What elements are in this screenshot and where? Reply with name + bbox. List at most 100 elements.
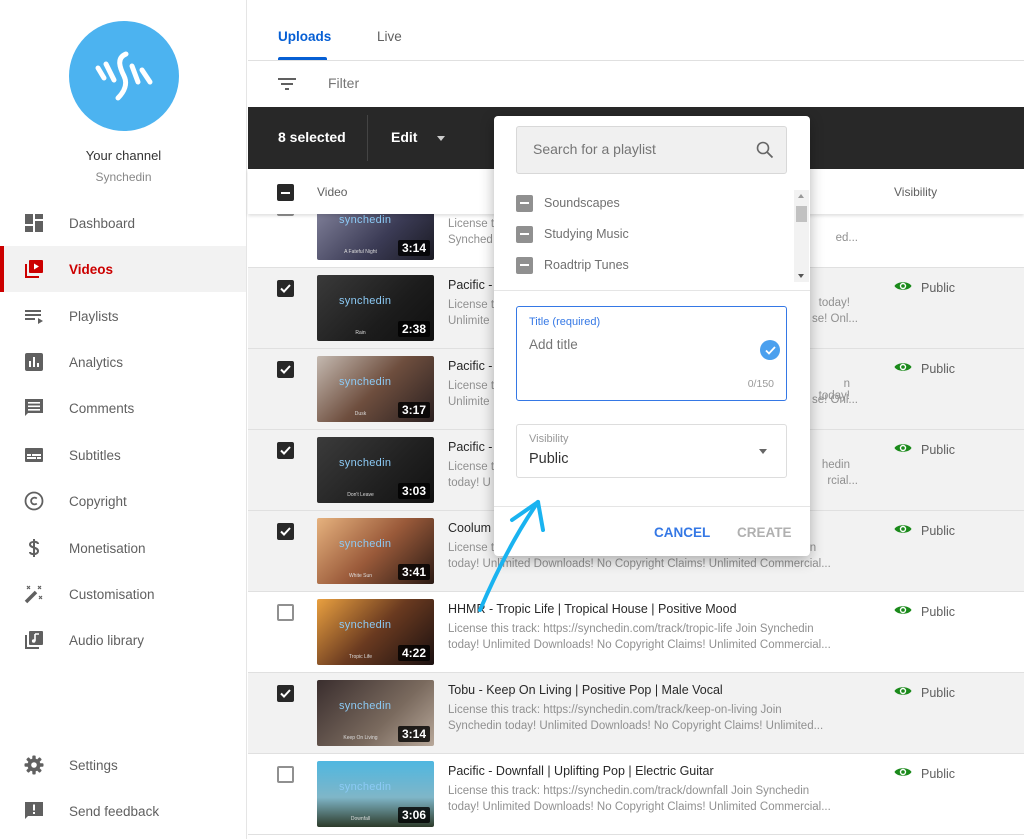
playlist-checkbox[interactable] (516, 194, 533, 212)
visibility-status[interactable]: Public (894, 442, 955, 457)
tab-uploads[interactable]: Uploads (278, 29, 331, 44)
video-title[interactable]: Pacific - (448, 278, 492, 292)
video-duration: 3:03 (397, 483, 430, 499)
video-title[interactable]: Pacific - Downfall | Uplifting Pop | Ele… (448, 764, 714, 778)
visibility-status[interactable]: Public (894, 523, 955, 538)
visibility-status[interactable]: Public (894, 604, 955, 619)
playlist-item[interactable]: Studying Music (516, 224, 629, 244)
video-thumbnail[interactable]: synchedin Keep On Living 3:14 (317, 680, 434, 746)
playlist-search (516, 126, 787, 174)
video-thumbnail[interactable]: synchedin White Sun 3:41 (317, 518, 434, 584)
row-checkbox[interactable] (277, 766, 294, 783)
description-line-1: License this track: https://synchedin.co… (448, 623, 814, 635)
row-checkbox[interactable] (277, 361, 294, 378)
tab-bar: Uploads Live (248, 0, 1024, 61)
tab-live[interactable]: Live (377, 29, 402, 44)
visibility-status[interactable]: Public (894, 685, 955, 700)
title-field-label: Title (required) (529, 316, 601, 328)
filter-icon[interactable] (278, 76, 296, 97)
video-title[interactable]: Pacific - (448, 440, 492, 454)
playlist-scrollbar[interactable] (794, 190, 809, 282)
video-thumbnail[interactable]: synchedin Don't Leave 3:03 (317, 437, 434, 503)
table-row[interactable]: synchedin Downfall 3:06 Pacific - Downfall … (248, 754, 1024, 835)
cancel-button[interactable]: CANCEL (654, 525, 710, 540)
row-checkbox[interactable] (277, 523, 294, 540)
scroll-up-icon[interactable] (798, 194, 804, 198)
video-thumbnail[interactable]: synchedin Rain 2:38 (317, 275, 434, 341)
visibility-status[interactable]: Public (894, 766, 955, 781)
row-checkbox[interactable] (277, 685, 294, 702)
divider (494, 506, 810, 507)
eye-icon (894, 604, 912, 619)
channel-title: Your channel (85, 148, 162, 163)
playlists-icon (24, 306, 44, 326)
sidebar-item-copyright[interactable]: Copyright (0, 478, 246, 524)
table-row[interactable]: synchedin Tropic Life 4:22 HHMR - Tropic Li… (248, 592, 1024, 673)
visibility-status[interactable]: Public (894, 361, 955, 376)
create-button[interactable]: CREATE (737, 525, 792, 540)
description-line-2: today! Unlimited Downloads! No Copyright… (448, 558, 831, 570)
video-title[interactable]: Tobu - Keep On Living | Positive Pop | M… (448, 683, 723, 697)
playlist-item[interactable]: Roadtrip Tunes (516, 255, 629, 275)
gear-icon (24, 755, 44, 775)
search-icon[interactable] (756, 141, 774, 164)
playlist-title-input[interactable] (529, 337, 739, 352)
sidebar-item-label: Copyright (69, 493, 127, 509)
filter-input[interactable] (328, 75, 628, 91)
scrollbar-thumb[interactable] (796, 206, 807, 222)
desc-overflow-fragment: rcial... (827, 475, 858, 487)
sidebar-item-comments[interactable]: Comments (0, 385, 246, 431)
sidebar-item-subtitles[interactable]: Subtitles (0, 432, 246, 478)
dollar-icon (24, 538, 44, 558)
playlist-checkbox[interactable] (516, 225, 533, 243)
sidebar-item-settings[interactable]: Settings (0, 742, 246, 788)
active-tab-indicator (278, 57, 327, 60)
video-thumbnail[interactable]: synchedin Tropic Life 4:22 (317, 599, 434, 665)
sidebar-item-analytics[interactable]: Analytics (0, 339, 246, 385)
video-title[interactable]: Coolum (448, 521, 491, 535)
row-checkbox[interactable] (277, 442, 294, 459)
sidebar-item-videos[interactable]: Videos (0, 246, 246, 292)
visibility-status[interactable]: Public (894, 280, 955, 295)
video-duration: 3:41 (397, 564, 430, 580)
video-description: License this track: https://synchedin.co… (448, 621, 848, 653)
playlist-item[interactable]: Soundscapes (516, 193, 620, 213)
sidebar-item-send-feedback[interactable]: Send feedback (0, 788, 246, 834)
visibility-select[interactable]: Visibility Public (516, 424, 787, 478)
visibility-text: Public (921, 766, 956, 781)
video-duration: 2:38 (397, 321, 430, 337)
sidebar-item-audio-library[interactable]: Audio library (0, 617, 246, 663)
playlist-checkbox[interactable] (516, 256, 533, 274)
sidebar-item-playlists[interactable]: Playlists (0, 293, 246, 339)
video-description: License this track: https://synchedin.co… (448, 702, 848, 734)
desc-overflow-fragment: hedin (821, 459, 850, 471)
scroll-down-icon[interactable] (798, 274, 804, 278)
visibility-text: Public (921, 361, 956, 376)
video-thumbnail[interactable]: synchedin Downfall 3:06 (317, 761, 434, 827)
chevron-down-icon (759, 449, 767, 454)
edit-dropdown[interactable]: Edit (391, 129, 417, 145)
thumbnail-brand: synchedin (339, 619, 392, 631)
table-row[interactable]: synchedin Keep On Living 3:14 Tobu - Keep O… (248, 673, 1024, 754)
video-title[interactable]: HHMR - Tropic Life | Tropical House | Po… (448, 602, 737, 616)
sidebar-item-monetisation[interactable]: Monetisation (0, 525, 246, 571)
playlist-name: Studying Music (544, 227, 629, 241)
chevron-down-icon[interactable] (437, 136, 445, 141)
select-all-checkbox[interactable] (277, 184, 294, 201)
eye-icon (894, 361, 912, 376)
row-checkbox[interactable] (277, 604, 294, 621)
thumbnail-caption: A Fateful Night (344, 249, 377, 255)
video-title[interactable]: Pacific - (448, 359, 492, 373)
sidebar-item-dashboard[interactable]: Dashboard (0, 200, 246, 246)
sidebar-item-customisation[interactable]: Customisation (0, 571, 246, 617)
video-thumbnail[interactable]: synchedin Dusk 3:17 (317, 356, 434, 422)
thumbnail-brand: synchedin (339, 781, 392, 793)
playlist-search-input[interactable] (533, 141, 743, 157)
description-line-2: Synchedin today! Unlimited Downloads! No… (448, 720, 824, 732)
video-duration: 3:14 (397, 726, 430, 742)
videos-icon (24, 259, 44, 279)
sidebar-item-label: Dashboard (69, 215, 136, 231)
thumbnail-caption: Dusk (354, 411, 367, 417)
channel-avatar[interactable] (69, 21, 179, 131)
row-checkbox[interactable] (277, 280, 294, 297)
